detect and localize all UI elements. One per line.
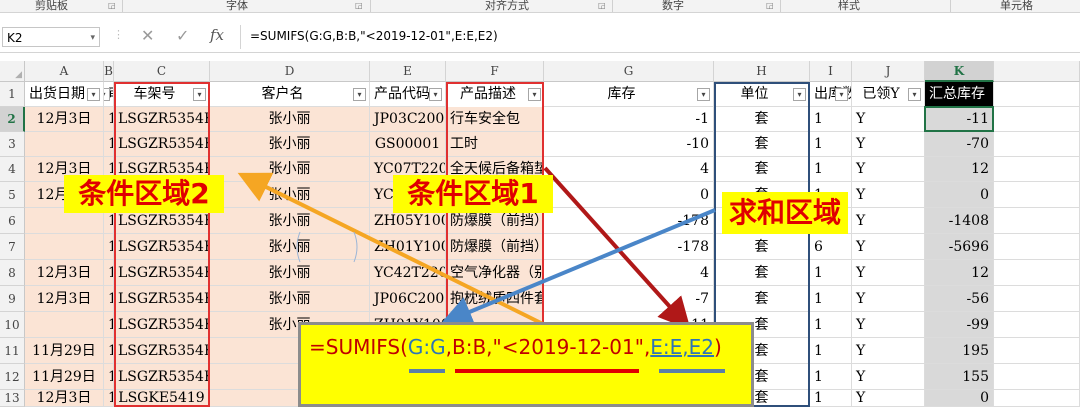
formula-sum-range: G:G — [407, 335, 446, 359]
arrow-to-sum-range — [440, 208, 716, 327]
callout-criteria-1: 条件区域1 — [393, 175, 553, 213]
formula-criteria-2: B:B,"<2019-12-01" — [452, 335, 644, 359]
underline-criteria-2 — [455, 369, 639, 373]
arrow-to-criteria-1 — [543, 166, 691, 330]
callout-criteria-2: 条件区域2 — [64, 175, 224, 213]
callout-sum-range: 求和区域 — [722, 192, 848, 234]
formula-criteria-1: E:E,E2 — [650, 335, 715, 359]
underline-criteria-1 — [659, 369, 725, 373]
brace-decoration — [296, 231, 358, 263]
underline-sum-range — [409, 369, 445, 373]
formula-prefix: =SUMIFS( — [309, 335, 408, 359]
formula-suffix: ) — [714, 335, 722, 359]
formula-annotation-box: =SUMIFS(G:G,B:B,"<2019-12-01",E:E,E2) — [298, 322, 754, 407]
